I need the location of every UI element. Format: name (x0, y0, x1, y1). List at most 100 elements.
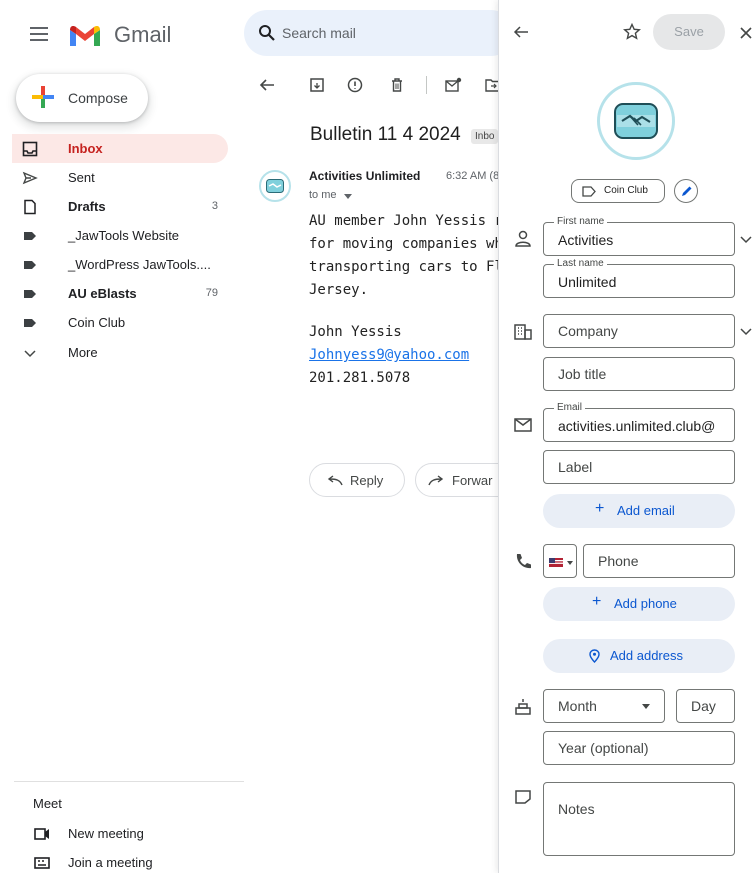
star-icon[interactable] (623, 23, 641, 41)
app-name: Gmail (114, 22, 172, 47)
email-value: activities.unlimited.club@ (558, 418, 716, 434)
edit-labels-button[interactable] (674, 179, 698, 203)
compose-plus-icon (32, 86, 54, 108)
sidebar-item-label: Coin Club (68, 315, 126, 330)
last-name-label: Last name (554, 258, 607, 269)
back-arrow-icon[interactable] (513, 24, 529, 40)
reply-label: Reply (350, 473, 384, 488)
report-spam-icon[interactable] (346, 76, 364, 94)
join-meeting-button[interactable]: Join a meeting (28, 853, 228, 873)
mail-icon (514, 418, 532, 432)
toolbar-divider (426, 76, 427, 94)
label-outline-icon (582, 186, 596, 197)
sender-name[interactable]: Activities Unlimited (309, 169, 420, 183)
birthday-month-select[interactable]: Month (543, 689, 665, 723)
first-name-label: First name (554, 216, 608, 227)
chevron-down-icon (24, 350, 36, 358)
email-body-line: for moving companies wh (309, 236, 503, 252)
phone-field[interactable]: Phone (583, 544, 735, 578)
company-field[interactable]: Company (543, 314, 735, 348)
caret-down-icon (567, 561, 573, 565)
chevron-down-icon[interactable] (739, 324, 752, 338)
sidebar-item-label: Sent (68, 170, 95, 185)
notes-field[interactable]: Notes (543, 782, 735, 856)
add-address-label: Add address (610, 648, 683, 663)
sender-avatar[interactable] (259, 170, 291, 202)
email-label-field[interactable]: Label (543, 450, 735, 484)
back-arrow-icon[interactable] (258, 76, 276, 94)
birthday-day-field[interactable]: Day (676, 689, 735, 723)
mark-unread-icon[interactable] (444, 76, 462, 94)
sidebar-item-sent[interactable]: Sent (12, 163, 228, 192)
day-placeholder: Day (691, 698, 716, 714)
phone-placeholder: Phone (598, 553, 639, 569)
menu-icon (30, 27, 48, 41)
sidebar-item-label: More (68, 345, 98, 360)
country-code-select[interactable] (543, 544, 577, 578)
add-email-label: Add email (617, 503, 675, 518)
cake-icon (515, 699, 531, 715)
meet-heading: Meet (33, 796, 62, 811)
last-name-value: Unlimited (558, 274, 617, 290)
email-label: Email (554, 402, 586, 413)
email-link[interactable]: Johnyess9@yahoo.com (309, 347, 469, 363)
sidebar-item-wordpress-jawtools[interactable]: _WordPress JawTools.... (12, 250, 228, 279)
job-title-field[interactable]: Job title (543, 357, 735, 391)
sidebar-item-label: _JawTools Website (68, 228, 180, 243)
email-subject: Bulletin 11 4 2024 (310, 124, 461, 145)
handshake-icon (266, 179, 284, 193)
inbox-icon (22, 141, 38, 157)
reply-icon (327, 475, 343, 486)
archive-icon[interactable] (308, 76, 326, 94)
sidebar-item-label: Drafts (68, 199, 106, 214)
search-bar[interactable]: Search mail (244, 10, 514, 56)
email-body-line: 201.281.5078 (309, 370, 411, 386)
new-meeting-button[interactable]: New meeting (28, 824, 228, 844)
sidebar-item-jawtools-website[interactable]: _JawTools Website (12, 221, 228, 250)
sidebar-item-drafts[interactable]: Drafts 3 (12, 192, 228, 221)
caret-down-icon (344, 194, 352, 199)
last-name-field[interactable]: Last name Unlimited (543, 258, 735, 298)
sidebar-item-inbox[interactable]: Inbox (12, 134, 228, 163)
chevron-down-icon[interactable] (739, 232, 752, 246)
new-meeting-label: New meeting (68, 826, 144, 841)
video-camera-icon (34, 828, 49, 840)
contact-avatar[interactable] (597, 82, 675, 160)
plus-icon: + (592, 593, 602, 610)
plus-icon: + (595, 500, 605, 517)
add-phone-button[interactable]: + Add phone (543, 587, 735, 621)
add-address-button[interactable]: Add address (543, 639, 735, 673)
email-body-line: Jersey. (309, 282, 369, 298)
add-email-button[interactable]: + Add email (543, 494, 735, 528)
month-placeholder: Month (558, 698, 597, 714)
label-icon (24, 261, 36, 269)
close-icon[interactable] (739, 26, 752, 40)
gmail-logo[interactable]: Gmail (68, 22, 178, 48)
delete-icon[interactable] (388, 76, 406, 94)
compose-button[interactable]: Compose (16, 74, 148, 122)
contact-label-chip[interactable]: Coin Club (571, 179, 665, 203)
email-field[interactable]: Email activities.unlimited.club@ (543, 402, 735, 442)
company-placeholder: Company (558, 323, 618, 339)
first-name-field[interactable]: First name Activities (543, 216, 735, 256)
recipient-details-toggle[interactable]: to me (309, 189, 369, 203)
draft-icon (24, 199, 36, 215)
gmail-m-icon (70, 26, 100, 46)
main-menu-button[interactable] (30, 26, 50, 42)
send-icon (22, 171, 38, 185)
unread-count: 3 (211, 200, 218, 212)
first-name-value: Activities (558, 232, 614, 248)
reply-button[interactable]: Reply (309, 463, 405, 497)
contact-edit-panel: Save Coin Club First name Activities Las… (498, 0, 752, 873)
search-input[interactable]: Search mail (282, 25, 356, 41)
inbox-label-chip[interactable]: Inbo (471, 129, 499, 144)
sidebar-item-coin-club[interactable]: Coin Club (12, 308, 228, 337)
save-button[interactable]: Save (653, 14, 725, 50)
email-timestamp: 6:32 AM (8 (446, 170, 500, 182)
sidebar-item-more[interactable]: More (12, 338, 228, 367)
building-icon (514, 324, 532, 340)
sidebar-item-au-eblasts[interactable]: AU eBlasts 79 (12, 279, 228, 308)
handshake-icon (614, 103, 658, 139)
birthday-year-field[interactable]: Year (optional) (543, 731, 735, 765)
recipient-text: to me (309, 189, 337, 201)
